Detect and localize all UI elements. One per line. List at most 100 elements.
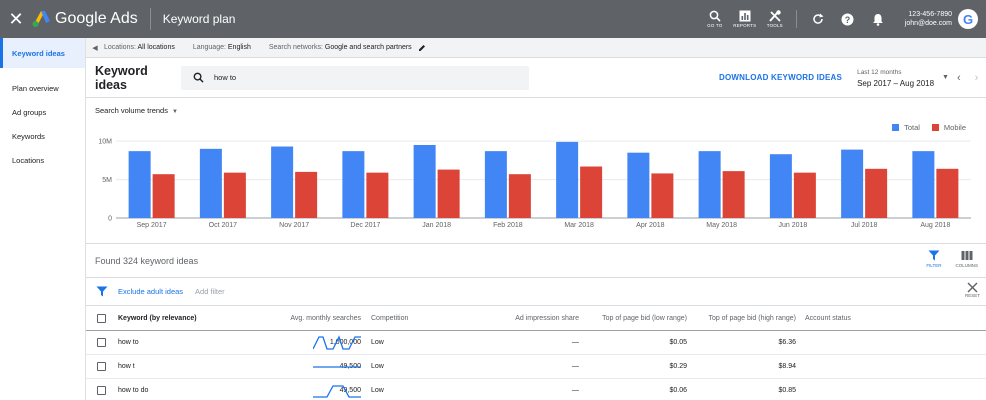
google-ads-logo-icon: [32, 11, 50, 27]
top-app-bar: ✕ Google Ads Keyword plan GO TO REPORTS: [0, 0, 986, 38]
bar-total[interactable]: [912, 151, 935, 218]
column-header-avg-searches[interactable]: Avg. monthly searches: [290, 315, 361, 322]
bar-total[interactable]: [556, 141, 579, 218]
avatar[interactable]: G: [958, 9, 978, 29]
table-row[interactable]: how t 49,500 Low — $0.29 $8.94: [86, 355, 986, 379]
google-ads-logo[interactable]: Google Ads: [32, 10, 138, 28]
row-checkbox[interactable]: [97, 362, 106, 371]
legend-swatch-total: [892, 124, 900, 131]
legend-item-mobile[interactable]: Mobile: [931, 123, 966, 132]
bar-total[interactable]: [342, 151, 365, 218]
sidebar-item-plan-overview[interactable]: Plan overview: [0, 76, 85, 100]
sidebar-item-keyword-ideas[interactable]: Keyword ideas: [0, 38, 85, 68]
notifications-button[interactable]: [863, 13, 893, 26]
page-context-title: Keyword plan: [162, 12, 236, 26]
chart-type-dropdown[interactable]: Search volume trends ▼: [95, 106, 178, 115]
table-row[interactable]: how to 1,000,000 Low — $0.05 $6.36: [86, 331, 986, 355]
bar-total[interactable]: [199, 148, 222, 218]
bar-mobile[interactable]: [793, 172, 816, 218]
bar-mobile[interactable]: [936, 168, 959, 218]
filter-icon: [96, 286, 108, 297]
column-header-competition[interactable]: Competition: [371, 315, 408, 322]
reset-label: RESET: [964, 293, 980, 298]
help-button[interactable]: ?: [833, 13, 863, 26]
bar-mobile[interactable]: [865, 168, 888, 218]
legend-label-mobile: Mobile: [943, 123, 966, 132]
column-header-keyword[interactable]: Keyword (by relevance): [118, 315, 197, 322]
bar-mobile[interactable]: [437, 169, 460, 218]
sidebar-item-label: Keywords: [12, 131, 45, 141]
chevron-down-icon: ▼: [942, 74, 949, 81]
bar-total[interactable]: [271, 146, 294, 218]
edit-pencil-icon[interactable]: [418, 44, 426, 52]
add-filter-button[interactable]: Add filter: [195, 287, 225, 296]
bar-mobile[interactable]: [366, 172, 389, 218]
select-all-checkbox[interactable]: [97, 313, 106, 323]
column-header-impression-share[interactable]: Ad impression share: [515, 315, 579, 322]
competition-cell: Low: [371, 387, 384, 394]
columns-button[interactable]: COLUMNS: [955, 250, 978, 268]
networks-label: Search networks:: [268, 44, 323, 51]
keyword-search-box[interactable]: [181, 65, 529, 90]
refresh-button[interactable]: [803, 13, 833, 25]
bar-mobile[interactable]: [152, 174, 175, 218]
reports-button[interactable]: REPORTS: [730, 10, 760, 28]
sidebar-item-keywords[interactable]: Keywords: [0, 124, 85, 148]
account-info[interactable]: 123-456-7890 john@doe.com: [905, 10, 952, 28]
sidebar-item-ad-groups[interactable]: Ad groups: [0, 100, 85, 124]
logo-text: Google Ads: [55, 10, 138, 27]
locations-setting[interactable]: Locations: All locations: [104, 44, 175, 51]
avatar-letter: G: [962, 11, 974, 27]
refresh-icon: [813, 13, 824, 24]
language-setting[interactable]: Language: English: [193, 44, 251, 51]
side-navigation: Keyword ideas Plan overview Ad groups Ke…: [0, 38, 86, 400]
keyword-search-input[interactable]: [214, 73, 514, 82]
tools-button[interactable]: TOOLS: [760, 10, 790, 28]
chart-type-value: Search volume trends: [95, 106, 168, 115]
trend-sparkline[interactable]: [313, 383, 361, 399]
bid-high-cell: $0.85: [778, 387, 796, 394]
bar-mobile[interactable]: [722, 171, 745, 218]
download-keyword-ideas-button[interactable]: DOWNLOAD KEYWORD IDEAS: [719, 73, 842, 82]
bar-mobile[interactable]: [580, 166, 603, 218]
column-header-bid-low[interactable]: Top of page bid (low range): [602, 315, 687, 322]
sidebar-item-locations[interactable]: Locations: [0, 148, 85, 172]
networks-setting[interactable]: Search networks: Google and search partn…: [269, 44, 412, 51]
previous-period-icon[interactable]: ‹: [957, 72, 961, 84]
competition-cell: Low: [371, 339, 384, 346]
keyword-cell: how to: [118, 339, 139, 346]
exclude-adult-ideas-chip[interactable]: Exclude adult ideas: [118, 287, 183, 296]
chart-legend: Total Mobile: [892, 123, 966, 132]
bar-total[interactable]: [484, 151, 507, 218]
trend-sparkline[interactable]: [313, 335, 361, 351]
date-range-value: Sep 2017 – Aug 2018: [857, 78, 935, 88]
bar-total[interactable]: [698, 151, 721, 218]
bar-total[interactable]: [128, 151, 151, 218]
bar-mobile[interactable]: [295, 171, 318, 218]
bar-total[interactable]: [413, 144, 436, 218]
goto-button[interactable]: GO TO: [700, 10, 730, 28]
row-checkbox[interactable]: [97, 338, 106, 347]
bar-mobile[interactable]: [651, 173, 674, 218]
date-range-selector[interactable]: Last 12 months Sep 2017 – Aug 2018 ▼: [857, 67, 949, 89]
row-checkbox[interactable]: [97, 386, 106, 395]
bar-total[interactable]: [769, 154, 792, 218]
table-row[interactable]: how to do 49,500 Low — $0.06 $0.85: [86, 379, 986, 400]
legend-item-total[interactable]: Total: [892, 123, 920, 132]
bar-total[interactable]: [841, 149, 864, 218]
filter-button[interactable]: FILTER: [926, 250, 941, 268]
next-period-icon[interactable]: ›: [975, 72, 979, 84]
reset-button[interactable]: RESET: [965, 282, 980, 298]
x-tick-label: Jun 2018: [778, 222, 807, 229]
close-icon[interactable]: ✕: [0, 9, 32, 30]
bar-mobile[interactable]: [508, 174, 531, 218]
bid-high-cell: $8.94: [778, 363, 796, 370]
collapse-nav-icon[interactable]: ◀: [86, 44, 104, 52]
bar-total[interactable]: [627, 152, 650, 218]
column-header-bid-high[interactable]: Top of page bid (high range): [708, 315, 796, 322]
bar-mobile[interactable]: [223, 172, 246, 218]
x-tick-label: Aug 2018: [920, 222, 950, 229]
column-header-account-status[interactable]: Account status: [805, 315, 851, 322]
sidebar-item-label: Locations: [12, 155, 45, 165]
trend-sparkline[interactable]: [313, 359, 361, 375]
